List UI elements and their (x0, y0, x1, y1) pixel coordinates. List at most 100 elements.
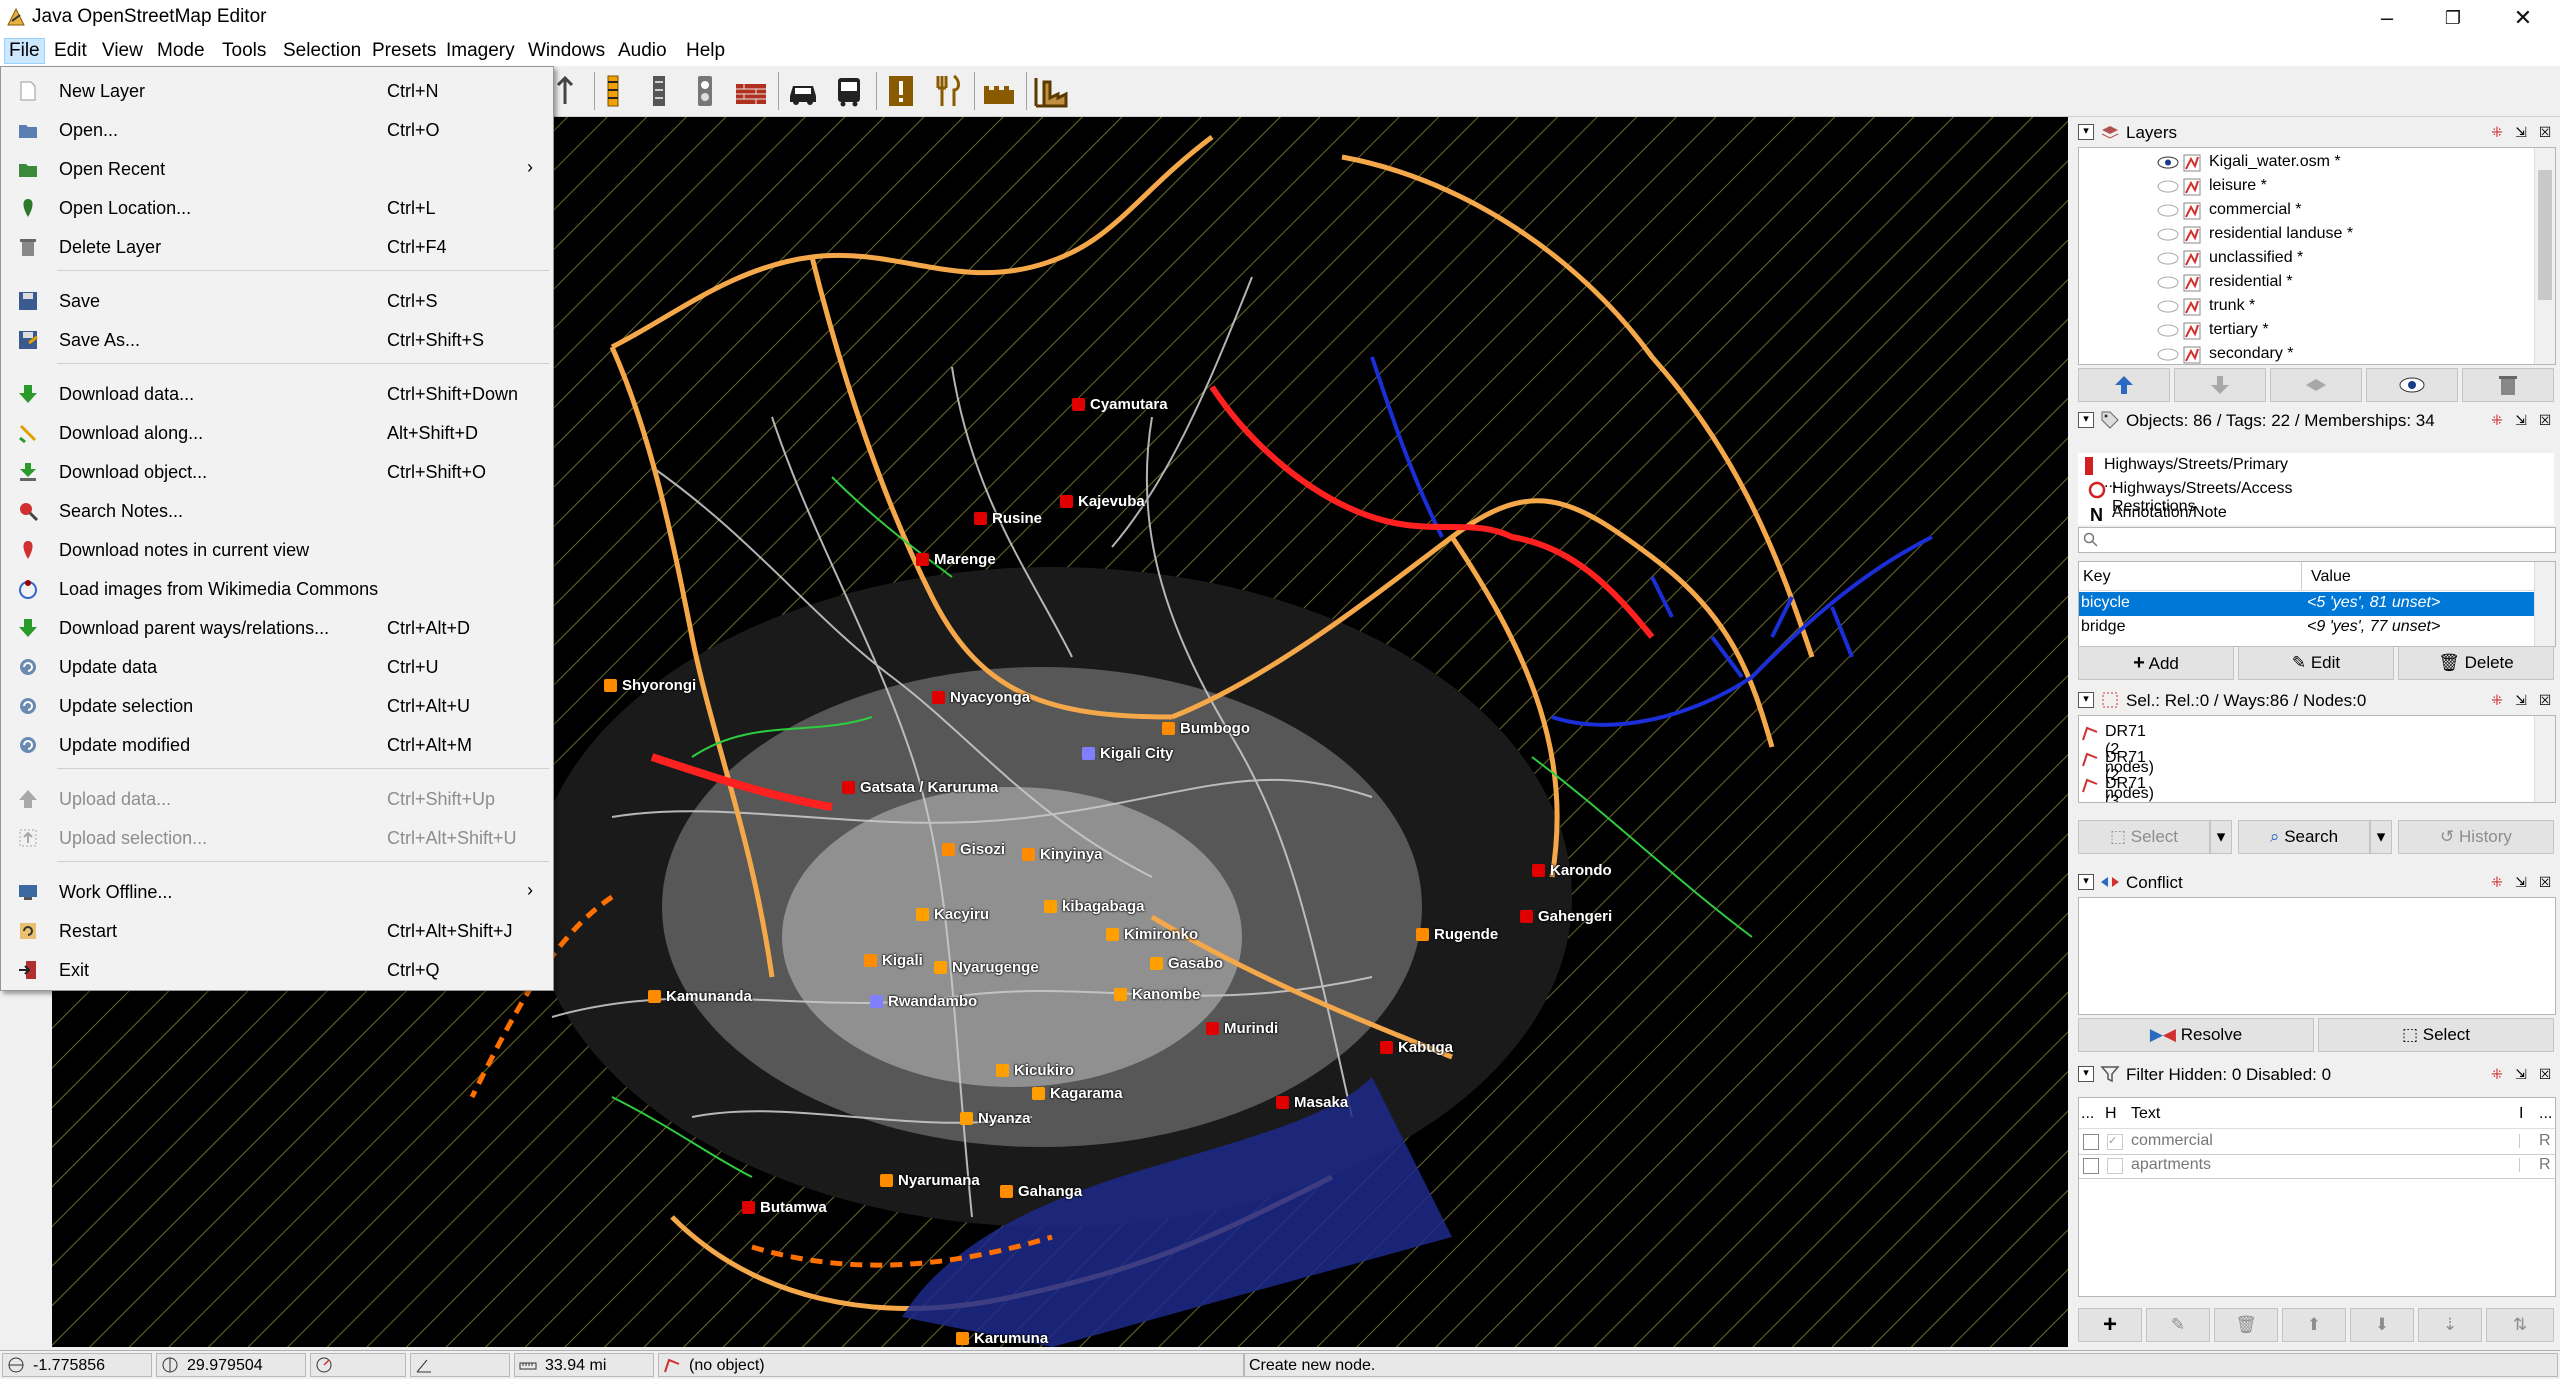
move-down-button[interactable] (2174, 368, 2266, 402)
layer-row[interactable]: secondary * (2079, 343, 2534, 364)
place-label[interactable]: Kimironko (1106, 926, 1198, 943)
panel-settings-icon[interactable]: ⁜ (2488, 123, 2506, 141)
tag-row[interactable]: bridge <9 'yes', 77 unset> (2079, 616, 2535, 640)
hidden-eye-icon[interactable] (2157, 324, 2179, 337)
place-label[interactable]: Butamwa (742, 1199, 827, 1216)
tag-row[interactable]: bicycle <5 'yes', 81 unset> (2079, 592, 2535, 616)
filter-move-up-button[interactable]: ⬆ (2282, 1308, 2346, 1342)
delete-filter-button[interactable]: 🗑 (2214, 1308, 2278, 1342)
merge-layer-button[interactable] (2270, 368, 2362, 402)
resolve-button[interactable]: ▶◀ Resolve (2078, 1018, 2314, 1052)
column-text-header[interactable]: Text (2131, 1105, 2160, 1123)
menu-item-delete-layer[interactable]: Delete Layer Ctrl+F4 (1, 228, 553, 264)
selection-scrollbar[interactable] (2534, 716, 2555, 802)
crossing-icon[interactable] (686, 72, 724, 110)
layer-row[interactable]: residential landuse * (2079, 223, 2534, 247)
place-label[interactable]: Masaka (1276, 1094, 1348, 1111)
castle-icon[interactable] (980, 72, 1018, 110)
place-label[interactable]: Kajevuba (1060, 493, 1145, 510)
place-label[interactable]: Murindi (1206, 1020, 1278, 1037)
layer-row[interactable]: tertiary * (2079, 319, 2534, 343)
panel-settings-icon[interactable]: ⁜ (2488, 1065, 2506, 1083)
place-label[interactable]: Kinyinya (1022, 846, 1103, 863)
tags-panel-header[interactable]: ▾ Objects: 86 / Tags: 22 / Memberships: … (2074, 407, 2558, 433)
selection-list[interactable]: DR71 (2 nodes) DR71 (2 nodes) DR71 (3 no… (2078, 715, 2556, 803)
inverted-checkbox[interactable] (2519, 1158, 2532, 1172)
collapse-toggle-icon[interactable]: ▾ (2078, 412, 2094, 428)
place-label[interactable]: Bumbogo (1162, 720, 1250, 737)
menu-item-search-notes[interactable]: Search Notes... (1, 492, 553, 528)
hidden-checkbox[interactable]: ✓ (2107, 1134, 2123, 1150)
panel-close-icon[interactable]: ☒ (2536, 873, 2554, 891)
place-label[interactable]: Shyorongi (604, 677, 696, 694)
panel-close-icon[interactable]: ☒ (2536, 1065, 2554, 1083)
hidden-eye-icon[interactable] (2157, 204, 2179, 217)
conflict-list[interactable] (2078, 897, 2556, 1015)
enabled-checkbox[interactable] (2083, 1134, 2099, 1150)
menu-item-save[interactable]: Save Ctrl+S (1, 282, 553, 318)
show-hide-button[interactable] (2366, 368, 2458, 402)
maximize-button[interactable]: ❐ (2416, 0, 2490, 36)
menu-presets[interactable]: Presets (368, 39, 440, 63)
menu-item-update-modified[interactable]: Update modified Ctrl+Alt+M (1, 726, 553, 762)
bus-icon[interactable] (830, 72, 868, 110)
place-label[interactable]: Kamunanda (648, 988, 752, 1005)
panel-detach-icon[interactable]: ⇲ (2512, 411, 2530, 429)
menu-tools[interactable]: Tools (218, 39, 270, 63)
industrial-icon[interactable] (1032, 72, 1070, 110)
place-label[interactable]: Gahengeri (1520, 908, 1612, 925)
filter-row[interactable]: ✓ commercial R (2079, 1130, 2555, 1155)
filter-panel-header[interactable]: ▾ Filter Hidden: 0 Disabled: 0 ⁜ ⇲ ☒ (2074, 1061, 2558, 1087)
collapse-toggle-icon[interactable]: ▾ (2078, 124, 2094, 140)
place-label[interactable]: Kigali City (1082, 745, 1173, 762)
inverted-checkbox[interactable] (2519, 1134, 2532, 1148)
menu-item-download-notes[interactable]: Download notes in current view (1, 531, 553, 567)
menu-view[interactable]: View (98, 39, 147, 63)
select-button[interactable]: ⬚ Select (2078, 820, 2210, 854)
layers-list[interactable]: Kigali_water.osm * leisure * commercial … (2078, 147, 2556, 365)
search-dropdown-button[interactable]: ▾ (2370, 820, 2392, 854)
menu-mode[interactable]: Mode (153, 39, 209, 63)
delete-layer-button[interactable] (2462, 368, 2554, 402)
column-hidden-header[interactable]: H (2105, 1105, 2117, 1123)
select-dropdown-button[interactable]: ▾ (2210, 820, 2232, 854)
place-label[interactable]: Nyacyonga (932, 689, 1030, 706)
place-label[interactable]: Kabuga (1380, 1039, 1453, 1056)
place-label[interactable]: Marenge (916, 551, 996, 568)
search-button[interactable]: ⌕ Search (2238, 820, 2370, 854)
panel-detach-icon[interactable]: ⇲ (2512, 123, 2530, 141)
place-label[interactable]: Rusine (974, 510, 1042, 527)
attention-icon[interactable] (882, 72, 920, 110)
delete-tag-button[interactable]: 🗑 Delete (2398, 646, 2554, 680)
hidden-checkbox[interactable] (2107, 1158, 2123, 1174)
add-tag-button[interactable]: + Add (2078, 646, 2234, 680)
history-button[interactable]: ↺ History (2398, 820, 2554, 854)
collapse-toggle-icon[interactable]: ▾ (2078, 874, 2094, 890)
tags-table[interactable]: Key Value bicycle <5 'yes', 81 unset> br… (2078, 561, 2556, 647)
menu-item-upload-data[interactable]: Upload data... Ctrl+Shift+Up (1, 780, 553, 816)
menu-item-upload-selection[interactable]: Upload selection... Ctrl+Alt+Shift+U (1, 819, 553, 855)
place-label[interactable]: kibagabaga (1044, 898, 1145, 915)
column-key-header[interactable]: Key (2083, 568, 2111, 586)
menu-imagery[interactable]: Imagery (442, 39, 519, 63)
collapse-toggle-icon[interactable]: ▾ (2078, 1066, 2094, 1082)
layer-row[interactable]: residential * (2079, 271, 2534, 295)
layer-row[interactable]: trunk * (2079, 295, 2534, 319)
traffic-signal-icon[interactable] (640, 72, 678, 110)
collapse-toggle-icon[interactable]: ▾ (2078, 692, 2094, 708)
panel-detach-icon[interactable]: ⇲ (2512, 1065, 2530, 1083)
menu-help[interactable]: Help (682, 39, 729, 63)
panel-close-icon[interactable]: ☒ (2536, 411, 2554, 429)
layer-row[interactable]: Kigali_water.osm * (2079, 151, 2534, 175)
place-label[interactable]: Nyarugenge (934, 959, 1039, 976)
layer-row[interactable]: commercial * (2079, 199, 2534, 223)
panel-settings-icon[interactable]: ⁜ (2488, 411, 2506, 429)
column-inverted-header[interactable]: I (2519, 1105, 2523, 1123)
enabled-checkbox[interactable] (2083, 1158, 2099, 1174)
panel-close-icon[interactable]: ☒ (2536, 123, 2554, 141)
place-label[interactable]: Karumuna (956, 1330, 1048, 1347)
sort-button[interactable]: ⇣ (2418, 1308, 2482, 1342)
place-label[interactable]: Kanombe (1114, 986, 1200, 1003)
restaurant-icon[interactable] (928, 72, 966, 110)
menu-item-exit[interactable]: Exit Ctrl+Q (1, 951, 553, 987)
